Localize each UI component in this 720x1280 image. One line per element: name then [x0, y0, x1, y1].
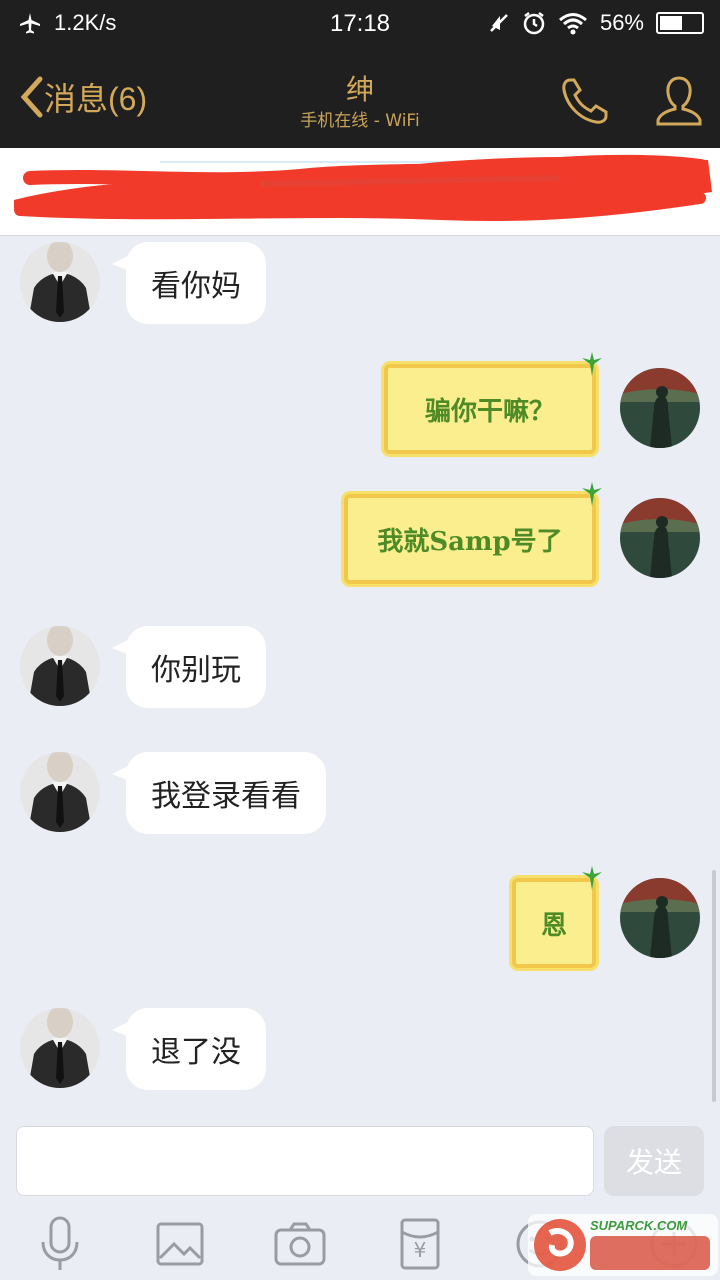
sticker-message[interactable]: 骗你干嘛？ [384, 352, 602, 454]
sticker-text: 骗你干嘛？ [424, 396, 555, 427]
message-input[interactable] [16, 1126, 594, 1196]
camera-icon[interactable] [270, 1214, 330, 1274]
sticker-text: 我就Samp号了 [377, 526, 563, 557]
leaf-icon [582, 482, 602, 506]
watermark-banner [590, 1236, 710, 1270]
profile-icon[interactable] [652, 74, 706, 128]
status-bar: 1.2K/s 17:18 56% [0, 0, 720, 48]
my-avatar[interactable] [620, 498, 700, 578]
microphone-icon[interactable] [30, 1214, 90, 1274]
red-packet-icon[interactable]: ¥ [390, 1214, 450, 1274]
redacted-banner[interactable] [0, 148, 720, 236]
message-list[interactable]: 看你妈 骗你干嘛？ 我就Samp号了 你别玩 我登录看看 恩 退了没 [0, 236, 720, 1112]
sticker-message[interactable]: 我就Samp号了 [344, 482, 602, 584]
alarm-icon [523, 12, 545, 35]
sticker-message[interactable]: 恩 [512, 866, 602, 968]
composer: 发送 [0, 1112, 720, 1208]
scrollbar[interactable] [712, 870, 716, 1102]
contact-avatar[interactable] [20, 752, 100, 832]
battery-icon [656, 12, 704, 34]
message-text: 看你妈 [151, 269, 241, 304]
sticker-text: 恩 [540, 910, 567, 941]
my-avatar[interactable] [620, 368, 700, 448]
message-bubble[interactable]: 我登录看看 [112, 752, 326, 834]
muted-icon [490, 14, 508, 32]
image-icon[interactable] [150, 1214, 210, 1274]
message-bubble[interactable]: 看你妈 [112, 242, 266, 324]
contact-avatar[interactable] [20, 1008, 100, 1088]
chat-header: 消息(6) 绅 手机在线 - WiFi [0, 48, 720, 148]
contact-name: 绅 [345, 73, 374, 106]
message-text: 你别玩 [151, 653, 241, 688]
leaf-icon [582, 866, 602, 890]
leaf-icon [582, 352, 602, 376]
phone-icon[interactable] [558, 74, 612, 128]
contact-avatar[interactable] [20, 242, 100, 322]
contact-avatar[interactable] [20, 626, 100, 706]
watermark-logo [534, 1219, 586, 1271]
wifi-icon [558, 13, 587, 35]
online-status: 手机在线 - WiFi [300, 111, 420, 131]
watermark-text: SUPARCK.COM [590, 1218, 688, 1233]
redaction-scribble [0, 148, 720, 235]
message-text: 退了没 [151, 1035, 241, 1070]
message-bubble[interactable]: 退了没 [112, 1008, 266, 1090]
site-watermark: SUPARCK.COM [528, 1214, 718, 1276]
yuan-symbol: ¥ [413, 1238, 427, 1262]
message-bubble[interactable]: 你别玩 [112, 626, 266, 708]
my-avatar[interactable] [620, 878, 700, 958]
message-text: 我登录看看 [151, 779, 301, 814]
battery-percent: 56% [599, 10, 644, 35]
send-button[interactable]: 发送 [604, 1126, 704, 1196]
